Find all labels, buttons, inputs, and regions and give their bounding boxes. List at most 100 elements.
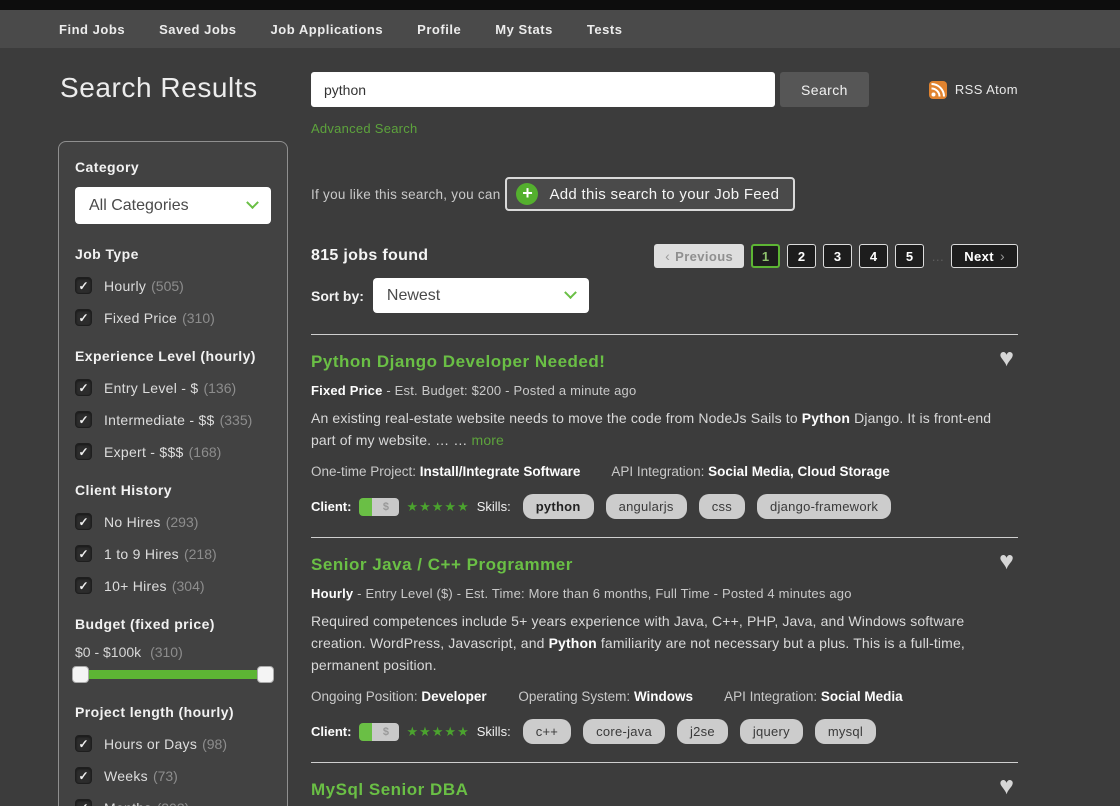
project-length-section-title: Project length (hourly): [75, 704, 271, 720]
budget-slider[interactable]: [75, 666, 271, 682]
category-select-value: All Categories: [89, 197, 248, 215]
add-search-to-job-feed-button[interactable]: + Add this search to your Job Feed: [505, 177, 795, 211]
skill-tag[interactable]: j2se: [677, 719, 728, 744]
skills-label: Skills:: [477, 724, 511, 739]
skill-tag[interactable]: jquery: [740, 719, 803, 744]
filter-count: (218): [184, 546, 217, 562]
client-label: Client:: [311, 499, 351, 514]
filter-1-to-9-hires[interactable]: ✓ 1 to 9 Hires (218): [75, 545, 271, 562]
budget-slider-handle-max[interactable]: [257, 666, 274, 683]
checkbox-checked-icon[interactable]: ✓: [75, 577, 92, 594]
job-card: MySql Senior DBA ♥ Hourly - Est. Time: 3…: [311, 762, 1018, 806]
checkbox-checked-icon[interactable]: ✓: [75, 767, 92, 784]
filter-label: Expert - $$$: [104, 444, 184, 460]
page-button-2[interactable]: 2: [787, 244, 816, 268]
job-title-link[interactable]: Senior Java / C++ Programmer: [311, 555, 573, 575]
checkbox-checked-icon[interactable]: ✓: [75, 545, 92, 562]
filter-hours-or-days[interactable]: ✓ Hours or Days (98): [75, 735, 271, 752]
filter-label: Weeks: [104, 768, 148, 784]
client-payment-verified-icon: $: [359, 723, 399, 741]
filter-count: (310): [182, 310, 215, 326]
filter-no-hires[interactable]: ✓ No Hires (293): [75, 513, 271, 530]
heart-icon[interactable]: ♥: [999, 346, 1014, 371]
heart-icon[interactable]: ♥: [999, 774, 1014, 799]
search-button[interactable]: Search: [780, 72, 869, 107]
chevron-down-icon: [246, 196, 259, 209]
filter-label: Hourly: [104, 278, 146, 294]
filter-hourly[interactable]: ✓ Hourly (505): [75, 277, 271, 294]
job-title-link[interactable]: Python Django Developer Needed!: [311, 352, 605, 372]
job-meta: Fixed Price - Est. Budget: $200 - Posted…: [311, 383, 1018, 398]
skill-tag[interactable]: django-framework: [757, 494, 891, 519]
filter-weeks[interactable]: ✓ Weeks (73): [75, 767, 271, 784]
filter-count: (203): [157, 800, 190, 806]
rss-atom-link[interactable]: RSS Atom: [929, 81, 1018, 99]
nav-item-profile[interactable]: Profile: [417, 22, 461, 37]
skill-tag[interactable]: python: [523, 494, 594, 519]
next-page-button[interactable]: Next ›: [951, 244, 1018, 268]
more-link[interactable]: more: [472, 432, 504, 448]
filter-count: (505): [151, 278, 184, 294]
budget-slider-handle-min[interactable]: [72, 666, 89, 683]
skill-tag[interactable]: core-java: [583, 719, 665, 744]
checkbox-checked-icon[interactable]: ✓: [75, 513, 92, 530]
nav-item-tests[interactable]: Tests: [587, 22, 623, 37]
checkbox-checked-icon[interactable]: ✓: [75, 411, 92, 428]
page-button-5[interactable]: 5: [895, 244, 924, 268]
sort-select[interactable]: Newest: [373, 278, 589, 313]
skill-tag[interactable]: css: [699, 494, 745, 519]
job-description: Required competences include 5+ years ex…: [311, 611, 1018, 676]
filter-months[interactable]: ✓ Months (203): [75, 799, 271, 806]
sort-by-label: Sort by:: [311, 288, 364, 304]
filter-intermediate[interactable]: ✓ Intermediate - $$ (335): [75, 411, 271, 428]
filter-label: Entry Level - $: [104, 380, 198, 396]
previous-page-button[interactable]: ‹ Previous: [654, 244, 744, 268]
filter-fixed-price[interactable]: ✓ Fixed Price (310): [75, 309, 271, 326]
checkbox-checked-icon[interactable]: ✓: [75, 309, 92, 326]
filter-label: 10+ Hires: [104, 578, 167, 594]
filter-entry-level[interactable]: ✓ Entry Level - $ (136): [75, 379, 271, 396]
checkbox-checked-icon[interactable]: ✓: [75, 799, 92, 806]
filter-count: (98): [202, 736, 227, 752]
search-input[interactable]: [311, 72, 775, 107]
filter-label: Intermediate - $$: [104, 412, 215, 428]
category-section-title: Category: [75, 159, 271, 175]
nav-item-job-applications[interactable]: Job Applications: [271, 22, 384, 37]
page-button-1[interactable]: 1: [751, 244, 780, 268]
experience-section-title: Experience Level (hourly): [75, 348, 271, 364]
job-attributes: One-time Project: Install/Integrate Soft…: [311, 464, 1018, 479]
heart-icon[interactable]: ♥: [999, 549, 1014, 574]
filter-count: (168): [189, 444, 222, 460]
next-label: Next: [964, 249, 994, 264]
filter-count: (73): [153, 768, 178, 784]
nav-item-saved-jobs[interactable]: Saved Jobs: [159, 22, 236, 37]
filter-count: (293): [166, 514, 199, 530]
filter-label: No Hires: [104, 514, 161, 530]
nav-item-find-jobs[interactable]: Find Jobs: [59, 22, 125, 37]
skill-tag[interactable]: angularjs: [606, 494, 687, 519]
client-history-section-title: Client History: [75, 482, 271, 498]
client-payment-verified-icon: $: [359, 498, 399, 516]
advanced-search-link[interactable]: Advanced Search: [311, 121, 418, 136]
budget-section-title: Budget (fixed price): [75, 616, 271, 632]
filter-expert[interactable]: ✓ Expert - $$$ (168): [75, 443, 271, 460]
page-button-4[interactable]: 4: [859, 244, 888, 268]
chevron-left-icon: ‹: [665, 248, 670, 264]
client-row: Client: $ ★★★★★ Skills: python angularjs…: [311, 494, 1018, 519]
rss-icon: [929, 81, 947, 99]
checkbox-checked-icon[interactable]: ✓: [75, 379, 92, 396]
page-button-3[interactable]: 3: [823, 244, 852, 268]
add-search-button-label: Add this search to your Job Feed: [549, 186, 779, 203]
filter-label: Months: [104, 800, 152, 806]
job-title-link[interactable]: MySql Senior DBA: [311, 780, 468, 800]
skill-tag[interactable]: mysql: [815, 719, 876, 744]
skill-tag[interactable]: c++: [523, 719, 571, 744]
category-select[interactable]: All Categories: [75, 187, 271, 224]
filter-10-plus-hires[interactable]: ✓ 10+ Hires (304): [75, 577, 271, 594]
checkbox-checked-icon[interactable]: ✓: [75, 735, 92, 752]
checkbox-checked-icon[interactable]: ✓: [75, 277, 92, 294]
nav-item-my-stats[interactable]: My Stats: [495, 22, 553, 37]
feed-prompt-text: If you like this search, you can: [311, 187, 500, 202]
jobs-found-count: 815 jobs found: [311, 247, 428, 265]
checkbox-checked-icon[interactable]: ✓: [75, 443, 92, 460]
